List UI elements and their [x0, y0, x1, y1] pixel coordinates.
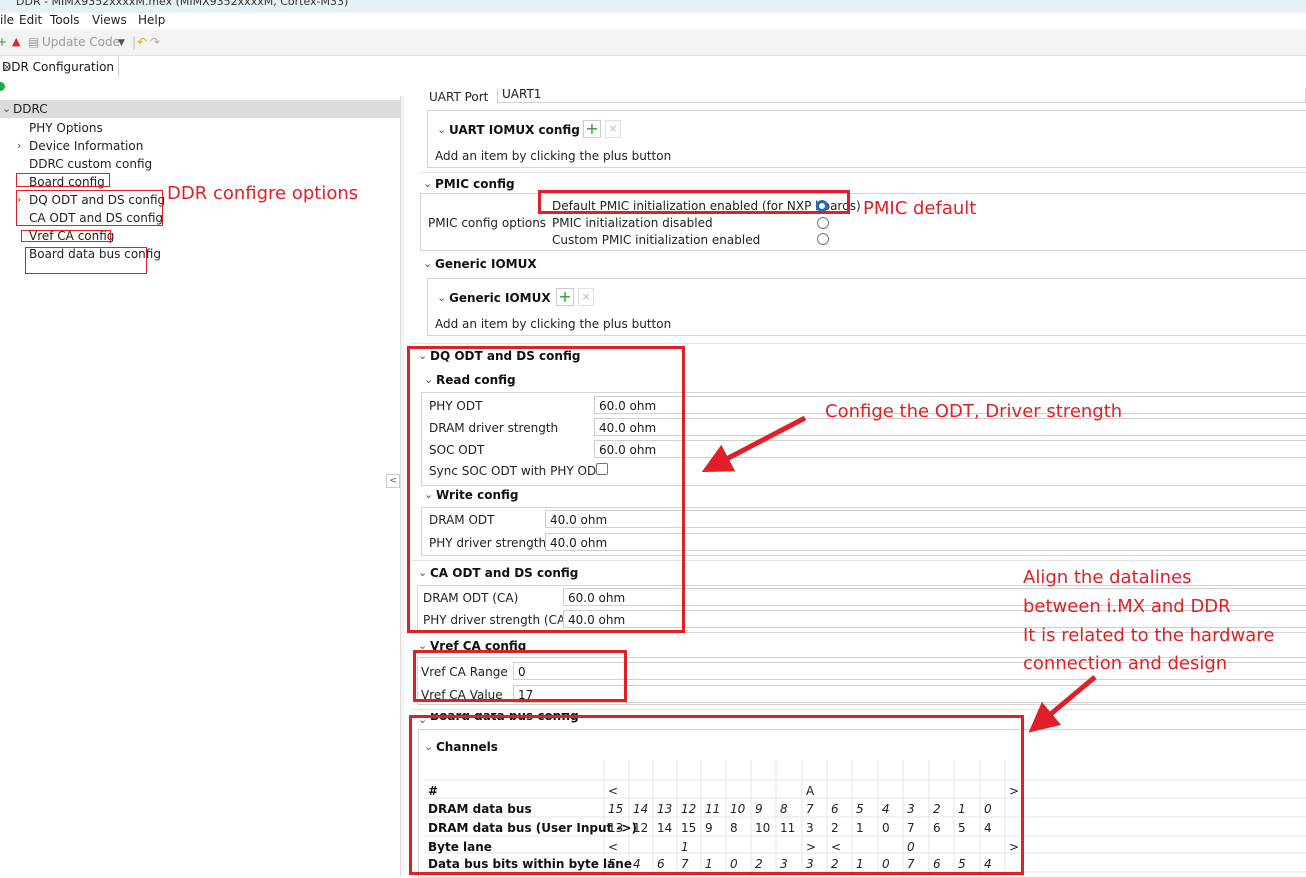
arrow-align [1028, 675, 1097, 733]
annotation-arrows [701, 415, 1097, 733]
arrow-odt [701, 415, 807, 472]
